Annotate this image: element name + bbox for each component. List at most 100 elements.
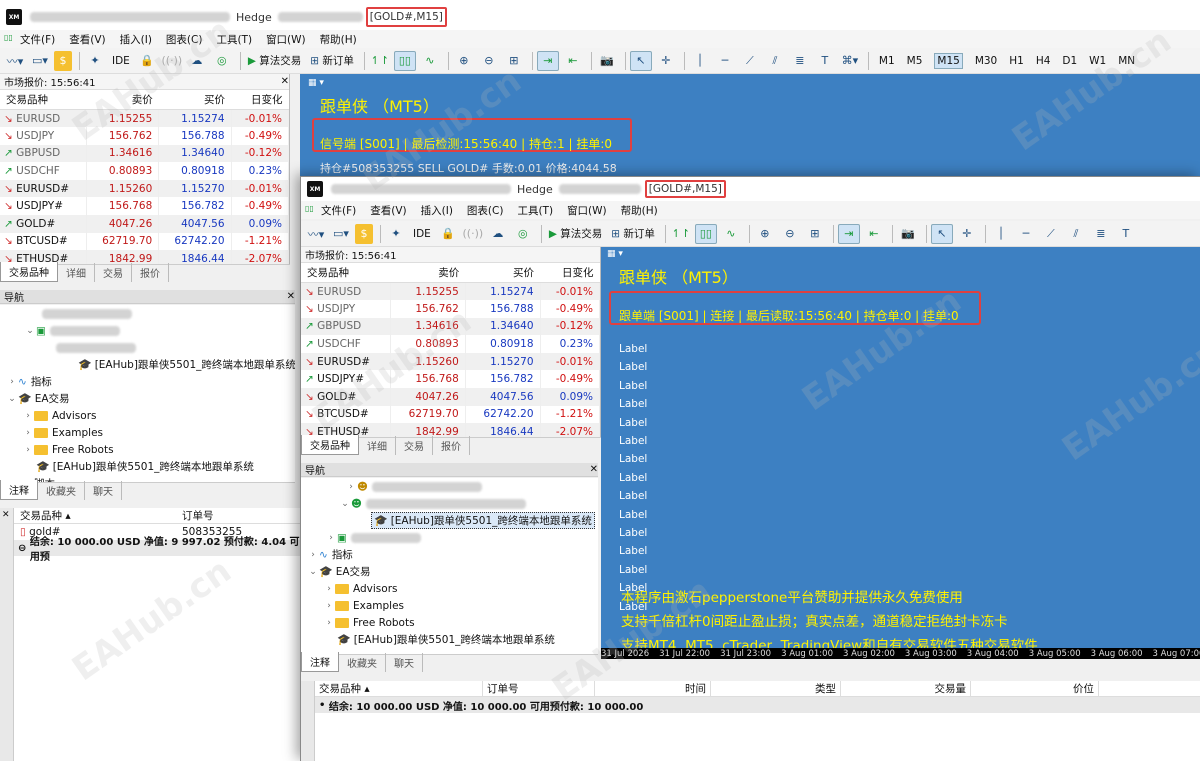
nav-ea-file-w2[interactable]: 🎓 [EAHub]跟单侠5501_跨终端本地跟单系统 [301, 512, 598, 529]
nav-advisors[interactable]: › Advisors [0, 407, 295, 424]
chart-signal[interactable]: ▦ ▾ 跟单侠 （MT5） 信号端 [S001] | 最后检测:15:56:40… [300, 74, 1200, 184]
menu-item-1[interactable]: 查看(V) [69, 32, 105, 47]
navigator-tab-1[interactable]: 收藏夹 [339, 653, 386, 672]
lock-icon[interactable]: 🔒 [136, 51, 158, 71]
col-ticket[interactable]: 订单号 [483, 681, 595, 696]
grid-icon[interactable]: ⊞ [503, 51, 525, 71]
market-watch-tab-2[interactable]: 交易 [396, 436, 433, 455]
chart-shift-icon[interactable]: ⇤ [562, 51, 584, 71]
grid-icon[interactable]: ⊞ [804, 224, 826, 244]
quote-row[interactable]: ↘ USDJPY# 156.768 156.782 -0.49% [0, 197, 290, 216]
close-icon[interactable]: ✕ [281, 76, 289, 87]
autoscroll-icon[interactable]: ⇥ [536, 50, 559, 71]
bar-chart-icon[interactable]: ▯▯ [694, 223, 717, 244]
quotes-col-header[interactable]: 日变化 [231, 90, 289, 110]
quotes-col-header[interactable]: 交易品种 [301, 263, 391, 283]
nav-account-node[interactable]: › ▣ [301, 529, 598, 546]
navigator-tab-0[interactable]: 注释 [301, 652, 339, 672]
market-watch-tab-1[interactable]: 详细 [58, 263, 95, 282]
algo-trading-button[interactable]: ▶ 算法交易 [245, 51, 304, 71]
toolbox-side-strip[interactable]: ✕ [0, 508, 14, 761]
chart-type-icon[interactable]: 〰▾ [4, 51, 26, 71]
menu-item-3[interactable]: 图表(C) [166, 32, 203, 47]
crosshair-icon[interactable]: ✛ [655, 51, 677, 71]
menu-item-0[interactable]: ▯▯ 文件(F) [4, 32, 55, 47]
quote-row[interactable]: ↗ GBPUSD 1.34616 1.34640 -0.12% [301, 317, 601, 336]
toolbox-side-strip[interactable] [301, 681, 315, 761]
ide-button[interactable]: IDE [109, 51, 133, 71]
channel-icon[interactable]: ⫽ [764, 51, 786, 71]
magic-icon[interactable]: ✦ [84, 51, 106, 71]
col-symbol[interactable]: 交易品种 ▴ [315, 681, 483, 696]
quotes-col-header[interactable]: 日变化 [540, 263, 600, 283]
quote-row[interactable]: ↗ USDCHF 0.80893 0.80918 0.23% [301, 335, 601, 353]
col-type[interactable]: 类型 [711, 681, 841, 696]
dollar-icon[interactable]: $ [54, 50, 72, 71]
timeframe-button[interactable]: M30 [975, 55, 997, 67]
channel-icon[interactable]: ⫽ [1065, 224, 1087, 244]
zoom-out-icon[interactable]: ⊖ [779, 224, 801, 244]
zoom-out-icon[interactable]: ⊖ [478, 51, 500, 71]
autoscroll-icon[interactable]: ⇥ [837, 223, 860, 244]
signal-icon[interactable]: ((·)) [161, 51, 183, 71]
quotes-col-header[interactable]: 交易品种 [0, 90, 87, 110]
timeframe-button[interactable]: D1 [1062, 55, 1077, 67]
cursor-icon[interactable]: ↖ [930, 223, 953, 244]
market-watch-tab-3[interactable]: 报价 [433, 436, 470, 455]
menu-item-1[interactable]: 查看(V) [370, 203, 406, 218]
chart-type-icon[interactable]: 〰▾ [305, 224, 327, 244]
quote-row[interactable]: ↗ GBPUSD 1.34616 1.34640 -0.12% [0, 144, 290, 163]
quotes-col-header[interactable]: 买价 [158, 90, 232, 110]
nav-advisors[interactable]: › Advisors [301, 580, 598, 597]
menu-item-6[interactable]: 帮助(H) [320, 32, 357, 47]
quote-row[interactable]: ↗ GOLD# 4047.26 4047.56 0.09% [0, 215, 290, 233]
nav-free-robots[interactable]: › Free Robots [0, 441, 295, 458]
market-watch-tab-0[interactable]: 交易品种 [301, 435, 359, 455]
market-watch-tab-1[interactable]: 详细 [359, 436, 396, 455]
new-order-button[interactable]: ⊞ 新订单 [307, 51, 357, 71]
close-icon[interactable]: ✕ [287, 291, 295, 302]
menu-item-4[interactable]: 工具(T) [216, 32, 252, 47]
quote-row[interactable]: ↘ EURUSD# 1.15260 1.15270 -0.01% [301, 352, 601, 371]
trendline-icon[interactable]: ⟋ [739, 51, 761, 71]
globe-icon[interactable]: ◎ [512, 224, 534, 244]
timeframe-button[interactable]: W1 [1089, 55, 1106, 67]
quotes-col-header[interactable]: 买价 [465, 263, 541, 283]
line-chart-icon[interactable]: ∿ [720, 224, 742, 244]
screenshot-icon[interactable]: 📷 [596, 51, 618, 71]
nav-examples[interactable]: › Examples [301, 597, 598, 614]
line-chart-icon[interactable]: ∿ [419, 51, 441, 71]
col-price[interactable]: 价位 [971, 681, 1099, 696]
signal-icon[interactable]: ((·)) [462, 224, 484, 244]
col-volume[interactable]: 交易量 [841, 681, 971, 696]
nav-ea-file-w2b[interactable]: 🎓 [EAHub]跟单侠5501_跨终端本地跟单系统 [301, 631, 598, 648]
algo-trading-button[interactable]: ▶ 算法交易 [546, 224, 605, 244]
cloud-icon[interactable]: ☁ [487, 224, 509, 244]
dollar-icon[interactable]: $ [355, 223, 373, 244]
navigator-tab-1[interactable]: 收藏夹 [38, 481, 85, 500]
horizontal-line-icon[interactable]: ─ [1015, 224, 1037, 244]
timeframe-button[interactable]: H4 [1036, 55, 1051, 67]
quote-row[interactable]: ↘ EURUSD# 1.15260 1.15270 -0.01% [0, 179, 290, 198]
vertical-line-icon[interactable]: │ [689, 51, 711, 71]
nav-ea-file-w1b[interactable]: 🎓 [EAHub]跟单侠5501_跨终端本地跟单系统 [0, 458, 295, 475]
nav-ea[interactable]: ⌄ 🎓 EA交易 [0, 390, 295, 407]
market-watch-tab-2[interactable]: 交易 [95, 263, 132, 282]
market-watch-tab-3[interactable]: 报价 [132, 263, 169, 282]
shapes-icon[interactable]: ⌘▾ [839, 51, 861, 71]
bar-chart-icon[interactable]: ▯▯ [393, 50, 416, 71]
menu-item-6[interactable]: 帮助(H) [621, 203, 658, 218]
templates-icon[interactable]: ▭▾ [330, 224, 352, 244]
nav-examples[interactable]: › Examples [0, 424, 295, 441]
menu-item-0[interactable]: ▯▯ 文件(F) [305, 203, 356, 218]
timeframe-button[interactable]: H1 [1009, 55, 1024, 67]
lock-icon[interactable]: 🔒 [437, 224, 459, 244]
market-watch-tab-0[interactable]: 交易品种 [0, 262, 58, 282]
col-ticket[interactable]: 订单号 [182, 508, 214, 523]
col-symbol[interactable]: 交易品种 ▴ [14, 508, 182, 523]
menu-item-4[interactable]: 工具(T) [517, 203, 553, 218]
quote-row[interactable]: ↗ USDCHF 0.80893 0.80918 0.23% [0, 162, 290, 180]
quotes-col-header[interactable]: 卖价 [86, 90, 159, 110]
screenshot-icon[interactable]: 📷 [897, 224, 919, 244]
quote-row[interactable]: ↘ USDJPY 156.762 156.788 -0.49% [301, 300, 601, 318]
